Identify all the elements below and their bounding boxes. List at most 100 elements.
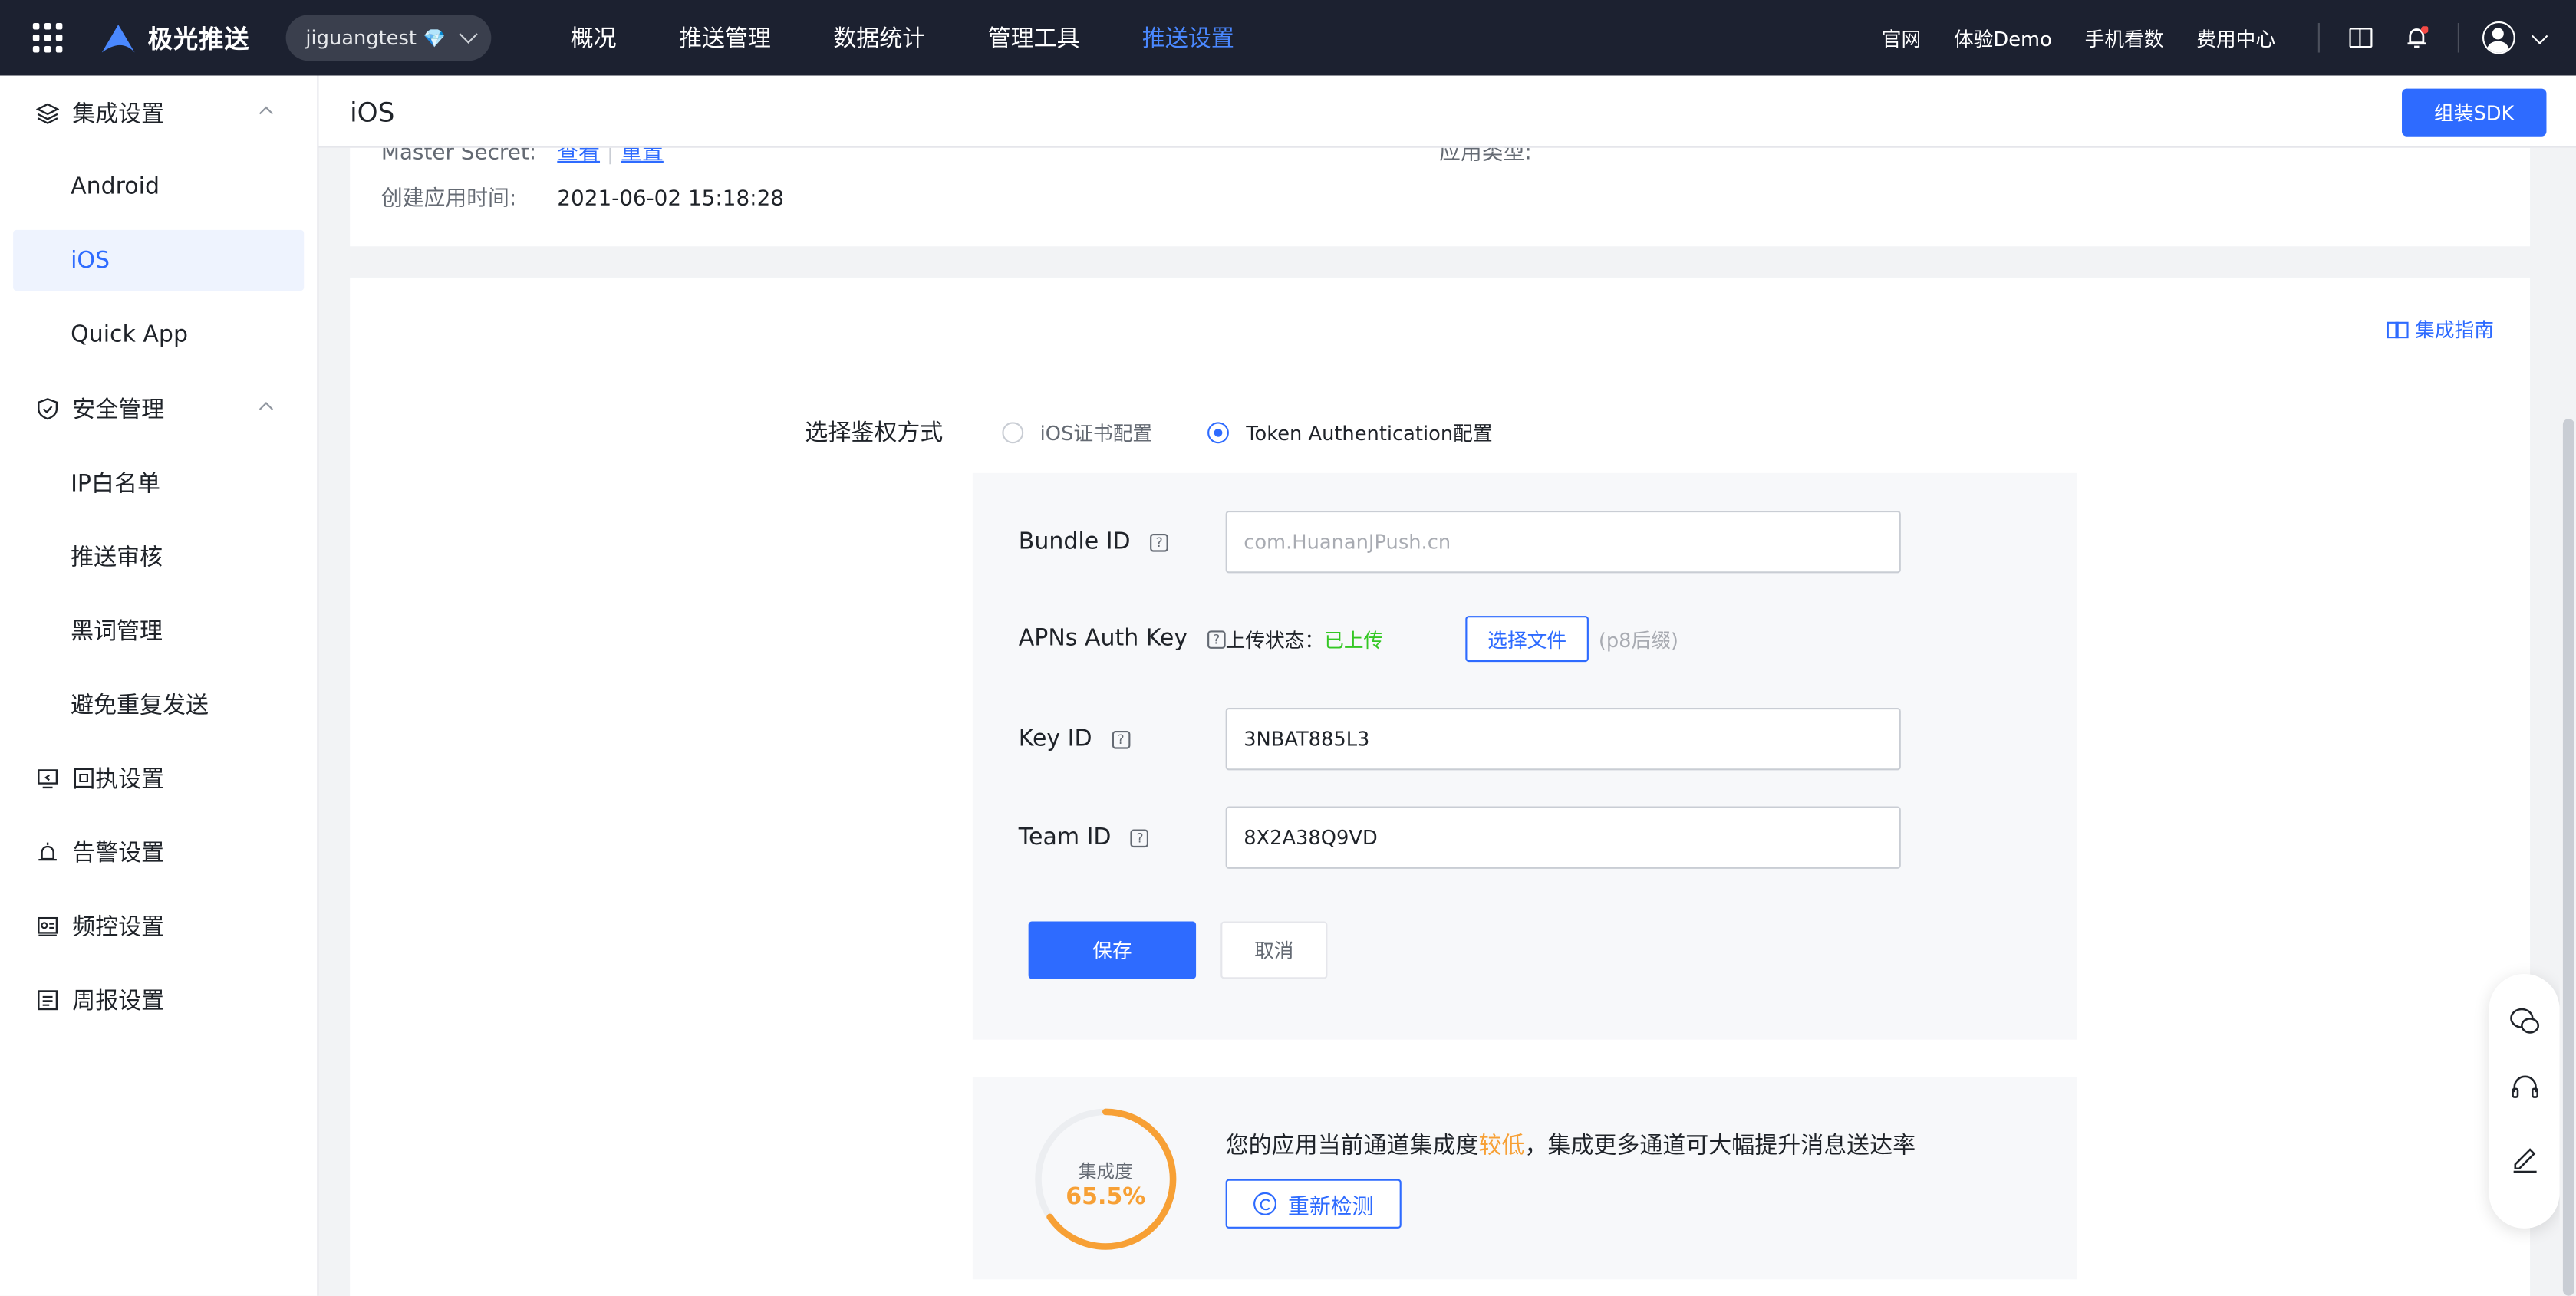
chevron-up-icon [259,106,274,120]
bundle-id-input[interactable] [1225,511,1901,574]
integration-message: 您的应用当前通道集成度较低，集成更多通道可大幅提升消息送达率 [1226,1128,1916,1161]
book-icon [2387,321,2409,338]
user-avatar-icon[interactable] [2482,21,2515,54]
file-format-hint: (p8后缀) [1598,628,1678,652]
chevron-down-icon [460,25,479,44]
apns-label-text: APNs Auth Key [1018,625,1188,653]
radio-label: iOS证书配置 [1039,421,1153,445]
page-title: iOS [350,97,395,129]
message-prefix: 您的应用当前通道集成度 [1225,1133,1479,1159]
sidebar-group-label: 安全管理 [72,396,165,423]
help-icon[interactable]: ? [1150,532,1168,551]
jiguang-logo-icon [101,25,135,53]
team-id-label-text: Team ID [1018,824,1112,851]
sidebar-item-push-review[interactable]: 推送审核 [0,519,317,593]
bundle-id-label: Bundle ID? [1019,529,1226,555]
radio-token-auth[interactable]: Token Authentication配置 [1207,418,1493,446]
apns-auth-key-label: APNs Auth Key? [1019,626,1226,652]
key-id-label-text: Key ID [1018,725,1092,752]
link-demo[interactable]: 体验Demo [1954,24,2052,51]
choose-file-button[interactable]: 选择文件 [1465,616,1589,663]
bell-icon[interactable] [2405,26,2429,49]
auth-method-row: 选择鉴权方式 iOS证书配置 Token Authentication配置 [805,416,1548,449]
sidebar-group-label: 告警设置 [72,840,165,867]
sidebar-group-frequency[interactable]: 频控设置 [0,889,317,962]
frequency-icon [38,916,58,936]
sidebar: 集成设置 Android iOS Quick App 安全管理 IP白名单 推送… [0,75,319,1296]
scrollbar-thumb[interactable] [2562,419,2574,1296]
link-mobile-view[interactable]: 手机看数 [2085,24,2164,51]
created-time-row: 创建应用时间: 2021-06-02 15:18:28 [381,181,784,212]
radio-circle[interactable] [1207,421,1230,443]
sidebar-item-blacklist-words[interactable]: 黑词管理 [0,593,317,666]
sidebar-group-label: 回执设置 [72,766,165,793]
sidebar-group-label: 周报设置 [72,988,165,1015]
book-icon[interactable] [2349,28,2373,48]
brand-name: 极光推送 [147,24,250,54]
help-icon[interactable]: ? [1112,729,1130,748]
cancel-button[interactable]: 取消 [1220,921,1328,979]
key-id-input[interactable] [1225,708,1901,771]
app-name: jiguangtest [305,26,417,50]
main-nav: 概况 推送管理 数据统计 管理工具 推送设置 [571,21,1297,54]
link-billing[interactable]: 费用中心 [2196,24,2275,51]
app-badge: 💎 [423,27,446,49]
chevron-down-icon[interactable] [2532,27,2548,44]
team-id-input[interactable] [1225,806,1901,869]
shield-icon [38,397,58,419]
recheck-label: 重新检测 [1287,1195,1374,1220]
radio-label: Token Authentication配置 [1246,421,1493,445]
link-official-site[interactable]: 官网 [1882,24,1921,51]
auth-method-label: 选择鉴权方式 [805,420,944,447]
sidebar-group-receipt[interactable]: 回执设置 [0,741,317,814]
sidebar-group-integration[interactable]: 集成设置 [0,76,317,150]
help-icon[interactable]: ? [1207,630,1226,648]
top-navigation-bar: 极光推送 jiguangtest 💎 概况 推送管理 数据统计 管理工具 推送设… [0,0,2576,76]
floating-toolbar [2489,973,2560,1229]
nav-management-tools[interactable]: 管理工具 [988,21,1080,54]
wechat-icon[interactable] [2508,1005,2541,1038]
sidebar-item-android[interactable]: Android [0,150,317,223]
radio-ios-certificate[interactable]: iOS证书配置 [1002,418,1152,446]
chevron-up-icon [259,402,274,416]
team-id-label: Team ID? [1019,824,1226,850]
sidebar-group-label: 集成设置 [72,100,165,127]
sidebar-item-ios[interactable]: iOS [13,229,305,291]
bundle-id-row: Bundle ID? [1019,511,1901,574]
integration-guide-label: 集成指南 [2415,318,2494,342]
nav-overview[interactable]: 概况 [571,21,617,54]
recheck-button[interactable]: 重新检测 [1225,1179,1402,1229]
refresh-icon [1253,1192,1276,1215]
token-auth-form: Bundle ID? APNs Auth Key? 上传状态：已上传 选择文件 … [972,472,2077,1040]
save-button[interactable]: 保存 [1028,921,1197,979]
sidebar-item-dedupe[interactable]: 避免重复发送 [0,666,317,740]
integration-gauge: 集成度 65.5% [1032,1105,1180,1253]
sidebar-item-ip-whitelist[interactable]: IP白名单 [0,445,317,518]
sidebar-group-weekly-report[interactable]: 周报设置 [0,962,317,1036]
message-level: 较低 [1478,1133,1525,1159]
bundle-id-label-text: Bundle ID [1018,528,1131,555]
help-icon[interactable]: ? [1131,828,1149,847]
integration-guide-link[interactable]: 集成指南 [2387,315,2494,343]
radio-circle[interactable] [1002,421,1024,443]
sidebar-group-security[interactable]: 安全管理 [0,371,317,445]
divider [2317,22,2320,53]
team-id-row: Team ID? [1019,806,1901,869]
key-id-row: Key ID? [1019,708,1901,771]
sidebar-item-quick-app[interactable]: Quick App [0,298,317,371]
edit-icon[interactable] [2508,1141,2541,1174]
upload-status-value: 已上传 [1324,628,1384,652]
message-suffix: ，集成更多通道可大幅提升消息送达率 [1524,1133,1916,1159]
key-id-label: Key ID? [1019,726,1226,752]
sidebar-group-alarm[interactable]: 告警设置 [0,814,317,888]
apns-auth-key-row: APNs Auth Key? 上传状态：已上传 选择文件 (p8后缀) [1019,616,1678,663]
brand-logo[interactable]: 极光推送 [98,21,249,55]
nav-push-management[interactable]: 推送管理 [679,21,771,54]
apps-grid-icon[interactable] [32,22,63,53]
app-selector[interactable]: jiguangtest 💎 [285,15,492,61]
nav-push-settings[interactable]: 推送设置 [1142,21,1234,54]
assemble-sdk-button[interactable]: 组装SDK [2402,88,2547,137]
created-time-value: 2021-06-02 15:18:28 [557,187,785,212]
headset-icon[interactable] [2508,1072,2541,1105]
nav-statistics[interactable]: 数据统计 [833,21,925,54]
